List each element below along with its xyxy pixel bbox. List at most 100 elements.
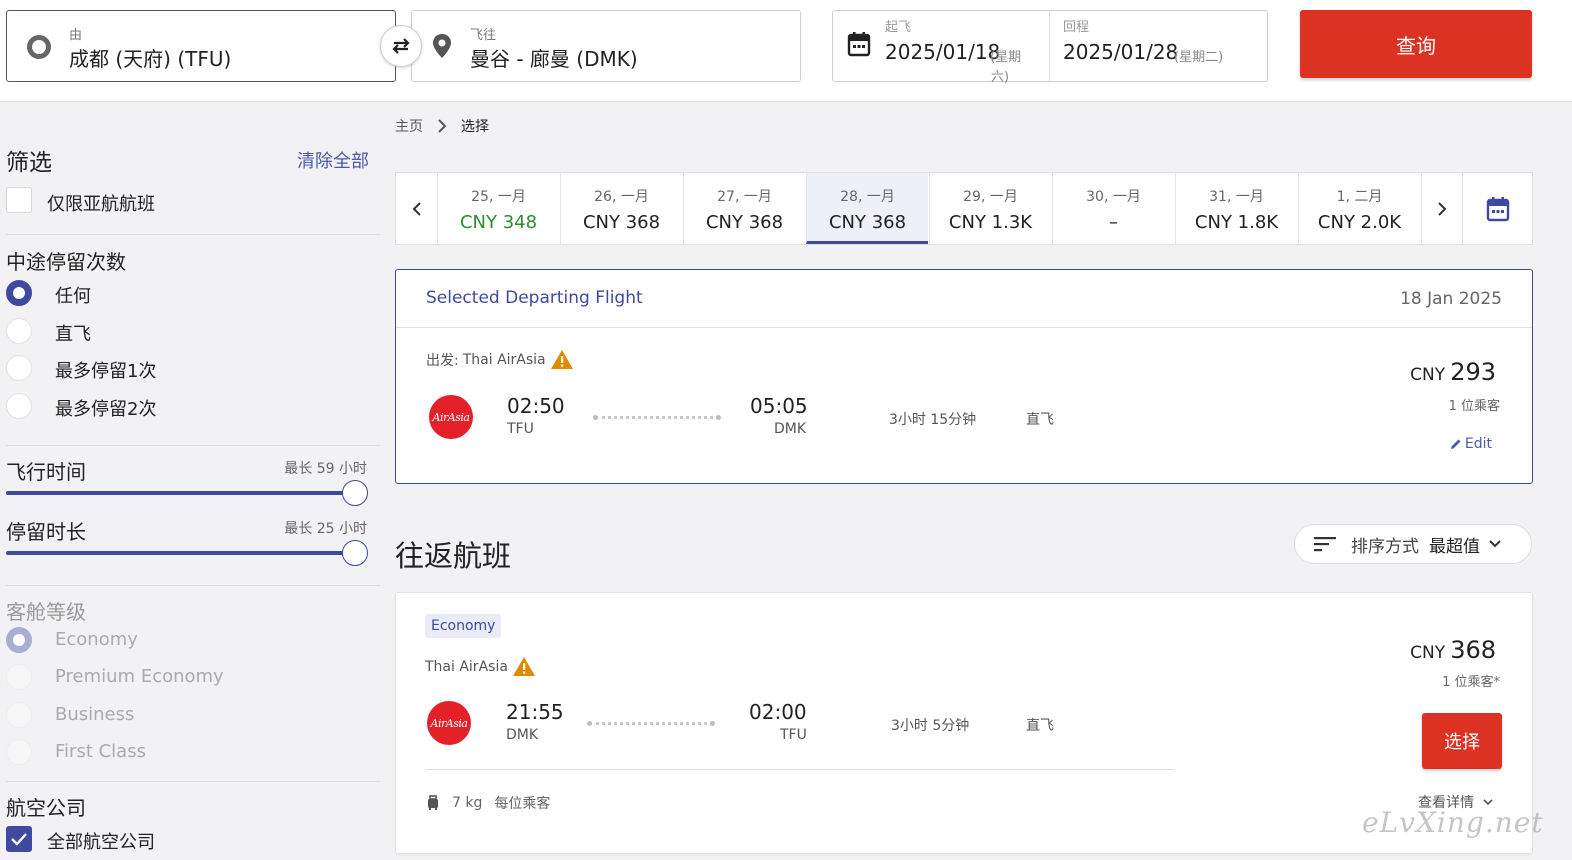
chevron-down-icon — [1489, 540, 1501, 548]
breadcrumb: 主页 选择 — [395, 116, 489, 136]
date-option-27-jan[interactable]: 27, 一月 CNY 368 — [683, 173, 805, 244]
airasia-logo: AirAsia — [429, 395, 473, 439]
airline-prefix: 出发: — [426, 352, 459, 369]
edit-label: Edit — [1464, 436, 1492, 452]
date-option-25-jan[interactable]: 25, 一月 CNY 348 — [437, 173, 559, 244]
date-option-date: 30, 一月 — [1086, 189, 1141, 205]
from-field[interactable]: 由 成都 (天府) (TFU) — [6, 10, 396, 82]
airline-name: Thai AirAsia — [462, 351, 546, 368]
divider — [6, 234, 380, 235]
breadcrumb-home[interactable]: 主页 — [395, 116, 423, 136]
to-label: 飞往 — [470, 28, 497, 43]
stops-radio-any[interactable] — [6, 280, 32, 306]
depart-airport-code: DMK — [506, 727, 539, 743]
baggage-per-passenger: 每位乘客 — [494, 796, 551, 812]
date-option-price: CNY 348 — [459, 212, 538, 233]
site-watermark: eLvXing.net — [1362, 806, 1544, 839]
passenger-count: 1 位乘客 — [1448, 399, 1500, 414]
flight-route-line — [593, 415, 721, 420]
date-option-date: 28, 一月 — [840, 189, 895, 205]
swap-button[interactable] — [380, 25, 422, 67]
warning-icon[interactable] — [512, 656, 536, 677]
depart-airport-code: TFU — [507, 421, 534, 437]
return-flight-airline: Thai AirAsia — [425, 656, 536, 677]
edit-selected-flight-link[interactable]: Edit — [1450, 436, 1492, 452]
flight-time-slider-track[interactable] — [6, 491, 356, 495]
return-date: 2025/01/28 — [1063, 40, 1179, 64]
cabin-radio-economy[interactable] — [6, 627, 32, 653]
return-weekday: (星期二) — [1174, 50, 1224, 65]
from-label: 由 — [69, 28, 83, 43]
search-bar: 由 成都 (天府) (TFU) 飞往 曼谷 - 廊曼 (DMK) 起飞 2025… — [0, 0, 1572, 102]
sort-label: 排序方式 — [1351, 536, 1419, 557]
cabin-radio-premium-economy[interactable] — [6, 664, 32, 690]
airasia-logo: AirAsia — [427, 701, 471, 745]
stops-label-direct: 直飞 — [55, 324, 91, 345]
depart-weekday-line1: (星期 — [990, 50, 1022, 65]
price-amount: 368 — [1450, 636, 1496, 664]
selected-flight-date: 18 Jan 2025 — [1400, 289, 1502, 309]
sort-lines-icon — [1314, 537, 1336, 552]
layover-slider-track[interactable] — [6, 551, 356, 555]
date-option-30-jan[interactable]: 30, 一月 – — [1052, 173, 1174, 244]
selected-departing-flight-card: Selected Departing Flight 18 Jan 2025 出发… — [395, 269, 1533, 484]
cabin-radio-business[interactable] — [6, 702, 32, 728]
stops-radio-max-1[interactable] — [6, 355, 32, 381]
date-option-price: CNY 1.3K — [948, 212, 1033, 233]
pencil-icon — [1450, 439, 1461, 449]
layover-slider-handle[interactable] — [342, 540, 368, 566]
date-option-price: CNY 368 — [582, 212, 661, 233]
cabin-badge: Economy — [425, 614, 502, 638]
flight-duration: 3小时 5分钟 — [891, 718, 970, 734]
sort-dropdown[interactable]: 排序方式 最超值 — [1294, 524, 1532, 564]
swap-arrows-icon — [392, 38, 410, 54]
breadcrumb-current: 选择 — [461, 119, 489, 135]
selected-flight-airline: 出发: Thai AirAsia — [426, 349, 574, 370]
all-airlines-checkbox[interactable] — [6, 826, 32, 852]
clear-all-link[interactable]: 清除全部 — [297, 147, 369, 173]
depart-date: 2025/01/18 — [885, 40, 1001, 64]
airasia-only-checkbox[interactable] — [6, 187, 32, 213]
flight-stops: 直飞 — [1026, 718, 1054, 734]
date-option-29-jan[interactable]: 29, 一月 CNY 1.3K — [929, 173, 1051, 244]
return-flights-title: 往返航班 — [395, 539, 512, 573]
date-option-date: 31, 一月 — [1209, 189, 1264, 205]
location-pin-icon — [433, 34, 451, 58]
cabin-heading: 客舱等级 — [6, 600, 86, 624]
divider — [6, 445, 380, 446]
filter-title: 筛选 — [6, 150, 52, 176]
checkmark-icon — [11, 833, 27, 846]
flight-route-line — [587, 721, 715, 726]
search-button[interactable]: 查询 — [1300, 10, 1532, 78]
cabin-radio-first-class[interactable] — [6, 739, 32, 765]
stops-label-any: 任何 — [55, 286, 91, 307]
filter-sidebar: 筛选 清除全部 仅限亚航航班 中途停留次数 任何 直飞 最多停留1次 最多停留2… — [0, 103, 386, 860]
warning-icon[interactable] — [550, 349, 574, 370]
stops-radio-direct[interactable] — [6, 318, 32, 344]
arrive-airport-code: TFU — [780, 727, 807, 743]
prev-dates-button[interactable] — [396, 173, 437, 244]
cabin-label-premium-economy: Premium Economy — [55, 666, 224, 687]
chevron-right-icon — [438, 119, 447, 133]
price-currency: CNY — [1410, 365, 1446, 385]
divider — [6, 781, 380, 782]
date-option-28-jan-selected[interactable]: 28, 一月 CNY 368 — [806, 173, 928, 244]
from-value: 成都 (天府) (TFU) — [69, 47, 232, 71]
date-option-price: CNY 368 — [705, 212, 784, 233]
all-airlines-label: 全部航空公司 — [47, 832, 155, 853]
date-option-1-feb[interactable]: 1, 二月 CNY 2.0K — [1298, 173, 1420, 244]
to-field[interactable]: 飞往 曼谷 - 廊曼 (DMK) — [411, 10, 801, 82]
date-option-26-jan[interactable]: 26, 一月 CNY 368 — [560, 173, 682, 244]
arrive-time: 02:00 — [749, 700, 807, 724]
next-dates-button[interactable] — [1421, 173, 1462, 244]
stops-radio-max-2[interactable] — [6, 393, 32, 419]
date-range-field[interactable]: 起飞 2025/01/18 (星期 六) 回程 2025/01/28 (星期二) — [832, 10, 1268, 85]
calendar-icon — [847, 32, 871, 57]
date-option-price: CNY 2.0K — [1317, 212, 1402, 233]
date-option-31-jan[interactable]: 31, 一月 CNY 1.8K — [1175, 173, 1297, 244]
flight-time-slider-handle[interactable] — [342, 480, 368, 506]
flight-duration: 3小时 15分钟 — [889, 412, 977, 428]
select-flight-button[interactable]: 选择 — [1422, 713, 1502, 769]
open-calendar-button[interactable] — [1462, 173, 1532, 244]
calendar-icon — [1486, 196, 1509, 221]
